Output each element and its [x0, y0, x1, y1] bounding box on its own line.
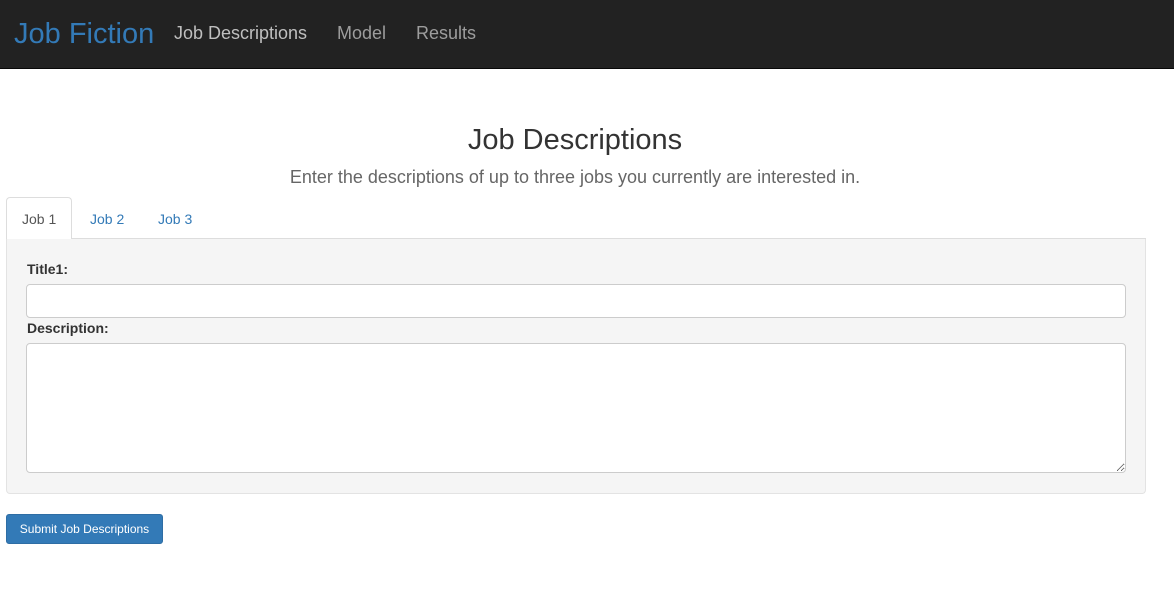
tab-job-3[interactable]: Job 3 — [142, 197, 208, 239]
nav-link-results[interactable]: Results — [416, 23, 476, 43]
job-tabs: Job 1 Job 2 Job 3 — [6, 197, 1146, 240]
tab-job-1[interactable]: Job 1 — [6, 197, 73, 240]
description-textarea[interactable] — [26, 343, 1126, 473]
title-label: Title1: — [27, 261, 68, 277]
nav-link-job-descriptions[interactable]: Job Descriptions — [174, 23, 307, 43]
job-form-panel: Title1: Description: — [6, 239, 1146, 494]
description-label: Description: — [27, 320, 109, 336]
nav-link-model[interactable]: Model — [337, 23, 386, 43]
submit-job-descriptions-button[interactable]: Submit Job Descriptions — [6, 514, 163, 544]
tab-job-2[interactable]: Job 2 — [74, 197, 140, 239]
title-input[interactable] — [26, 284, 1126, 318]
brand-link[interactable]: Job Fiction — [14, 16, 154, 52]
page-subtitle: Enter the descriptions of up to three jo… — [289, 167, 861, 187]
top-navbar: Job Fiction Job Descriptions Model Resul… — [0, 0, 1174, 69]
page-title: Job Descriptions — [467, 124, 683, 156]
